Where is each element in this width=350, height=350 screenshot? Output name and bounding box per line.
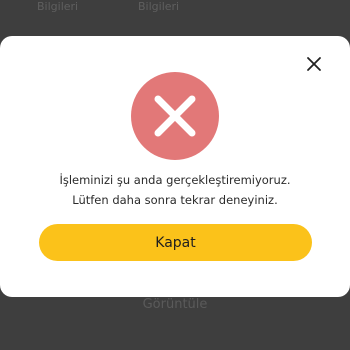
error-message: İşleminizi şu anda gerçekleştiremiyoruz.…: [59, 173, 291, 207]
close-dialog-button[interactable]: Kapat: [39, 224, 312, 261]
background-tab-2: Bilgileri: [138, 0, 180, 13]
background-view-link: Görüntüle: [142, 297, 208, 312]
close-button[interactable]: [304, 54, 324, 74]
background-header: Bilgileri Bilgileri: [0, 0, 350, 36]
error-dialog: İşleminizi şu anda gerçekleştiremiyoruz.…: [0, 36, 350, 297]
error-x-icon: [131, 72, 219, 160]
close-icon[interactable]: [304, 54, 324, 74]
background-tab-1: Bilgileri: [37, 0, 79, 13]
